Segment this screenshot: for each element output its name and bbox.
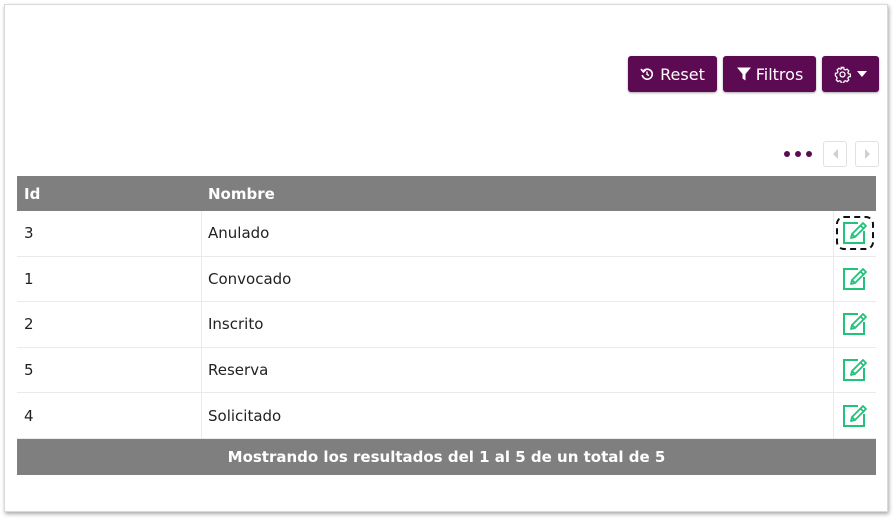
results-panel: Reset Filtros Id Nombre 3 Anulado 1 Conv…	[4, 4, 888, 512]
table-footer-summary: Mostrando los resultados del 1 al 5 de u…	[17, 438, 876, 475]
cell-nombre: Anulado	[208, 224, 270, 243]
cell-id: 2	[17, 302, 202, 347]
more-dots-icon[interactable]	[784, 151, 812, 157]
reset-label: Reset	[660, 64, 705, 84]
edit-button[interactable]	[838, 264, 872, 294]
chevron-right-icon	[864, 149, 871, 159]
cell-nombre: Convocado	[208, 269, 292, 288]
edit-icon	[841, 403, 869, 429]
cell-id: 1	[17, 256, 202, 302]
edit-button[interactable]	[838, 309, 872, 339]
caret-down-icon	[857, 71, 867, 77]
column-header-id[interactable]: Id	[17, 185, 202, 203]
pagination	[784, 141, 879, 167]
prev-page-button[interactable]	[823, 141, 847, 167]
reset-icon	[640, 67, 654, 81]
filtros-button[interactable]: Filtros	[723, 56, 816, 92]
edit-icon	[841, 266, 869, 292]
toolbar: Reset Filtros	[628, 56, 879, 92]
column-header-nombre[interactable]: Nombre	[202, 185, 876, 203]
table-row: 5 Reserva	[17, 347, 876, 394]
edit-icon	[841, 220, 869, 246]
cell-nombre: Solicitado	[208, 406, 282, 425]
cell-nombre: Inscrito	[208, 315, 264, 334]
edit-button[interactable]	[836, 216, 874, 251]
cell-id: 4	[17, 393, 202, 438]
filter-icon	[736, 66, 752, 82]
table-header: Id Nombre	[17, 176, 876, 211]
gear-icon	[834, 66, 851, 83]
edit-button[interactable]	[838, 401, 872, 431]
results-table: Id Nombre 3 Anulado 1 Convocado 2 Inscri…	[17, 176, 876, 475]
table-row: 4 Solicitado	[17, 393, 876, 439]
edit-icon	[841, 311, 869, 337]
cell-id: 3	[17, 211, 202, 256]
table-row: 1 Convocado	[17, 256, 876, 303]
settings-dropdown-button[interactable]	[822, 56, 879, 92]
edit-icon	[841, 357, 869, 383]
table-row: 3 Anulado	[17, 211, 876, 257]
cell-nombre: Reserva	[208, 361, 269, 380]
cell-id: 5	[17, 347, 202, 393]
edit-button[interactable]	[838, 355, 872, 385]
next-page-button[interactable]	[855, 141, 879, 167]
filtros-label: Filtros	[755, 64, 804, 84]
reset-button[interactable]: Reset	[628, 56, 717, 92]
chevron-left-icon	[832, 149, 839, 159]
table-row: 2 Inscrito	[17, 302, 876, 348]
